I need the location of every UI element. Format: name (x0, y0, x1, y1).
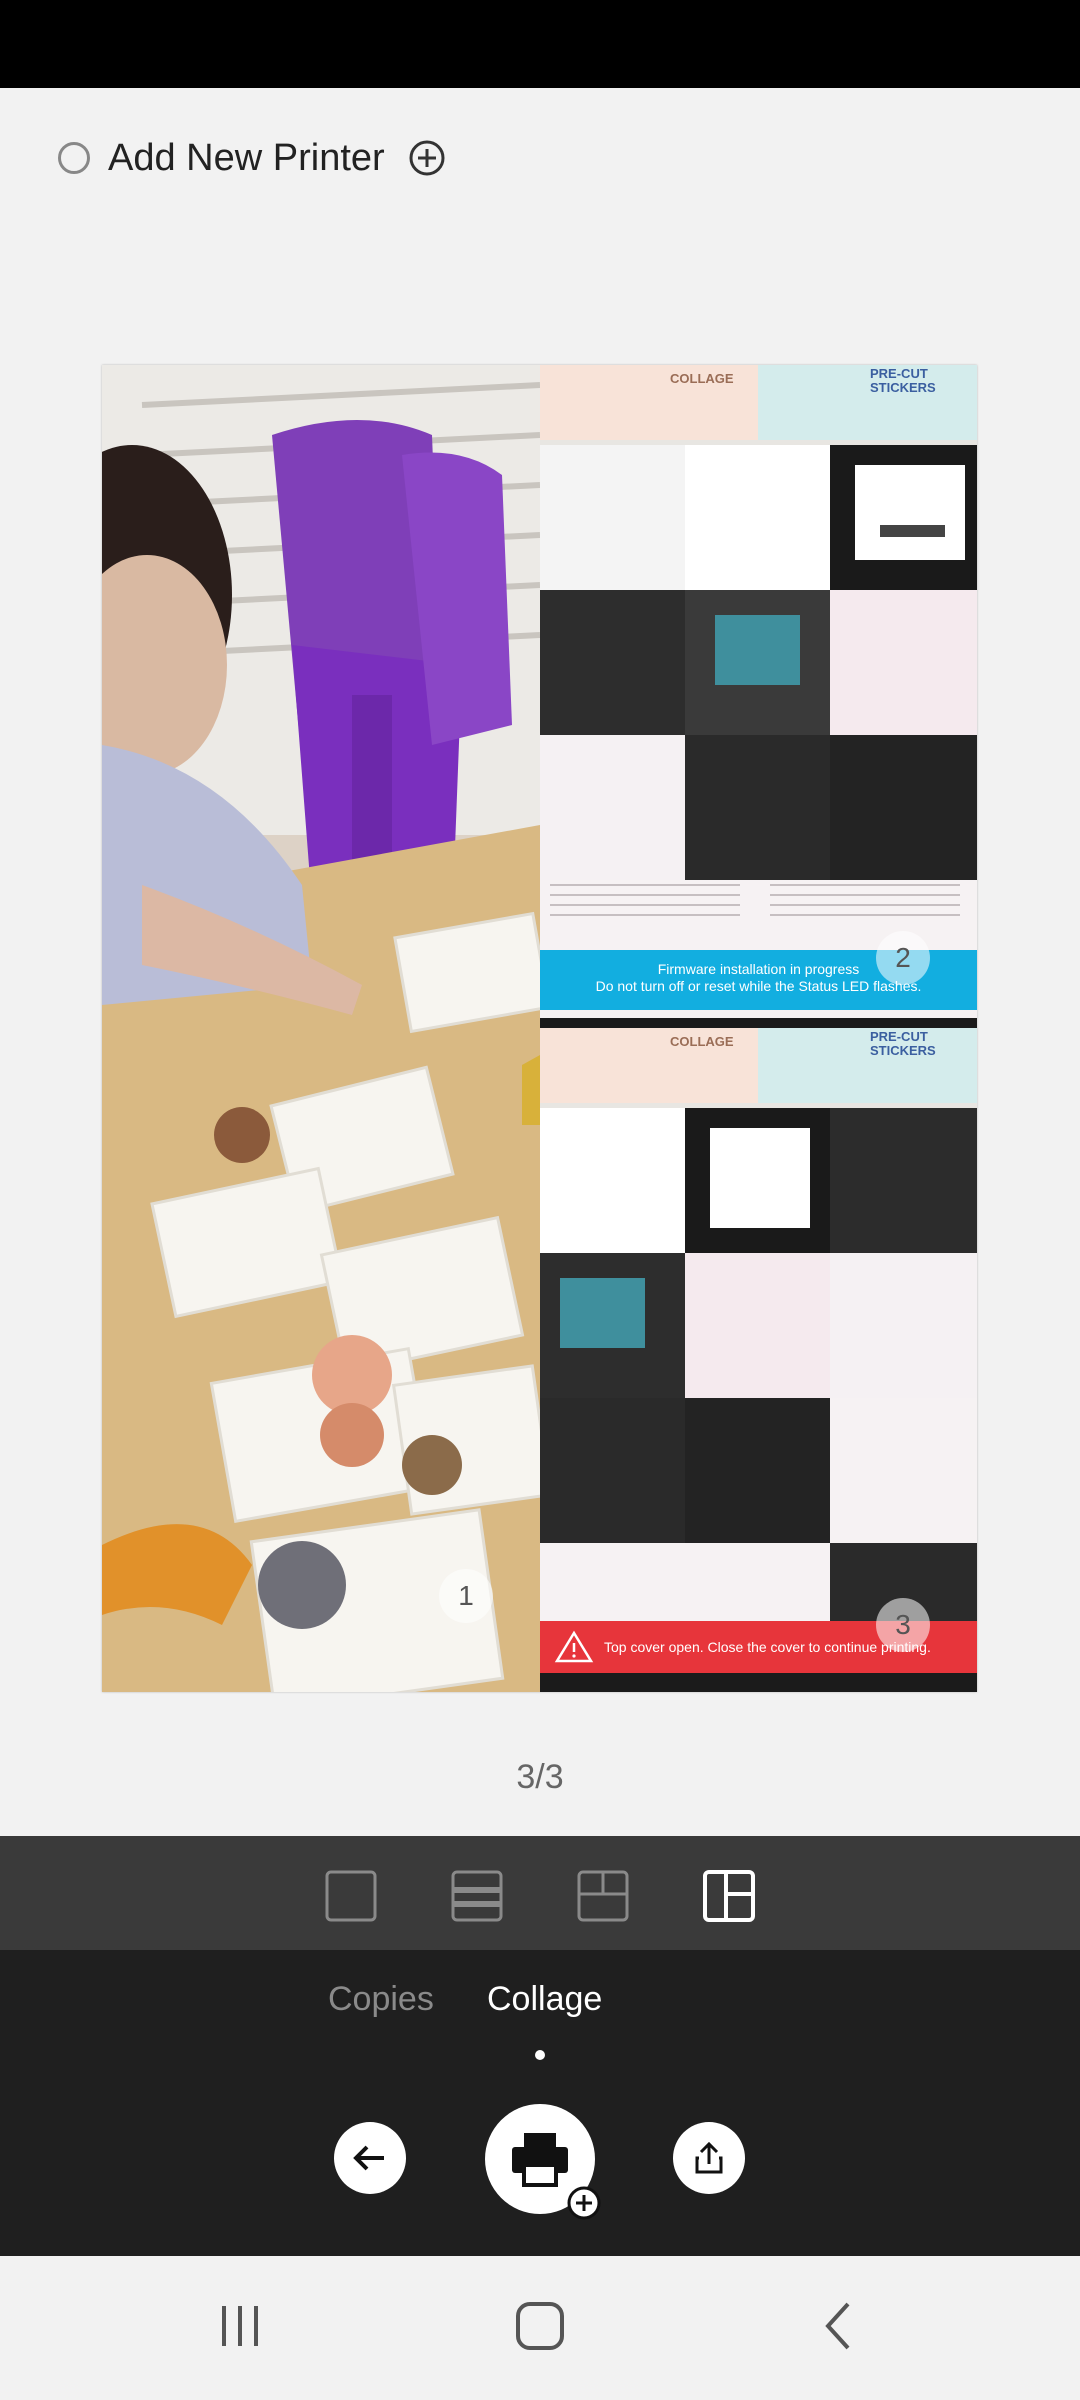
page-counter: 3/3 (516, 1758, 564, 1796)
collage-thumb-label-2: COLLAGE (670, 1034, 734, 1049)
three-grid-layout-icon[interactable] (576, 1869, 630, 1923)
screenshot-collage-image-2 (540, 365, 977, 1028)
action-panel: Copies Collage (0, 1950, 1080, 2256)
add-badge-icon (567, 2186, 601, 2220)
warning-icon (554, 1630, 594, 1663)
screenshot-collage-image-3 (540, 1028, 977, 1692)
four-grid-layout-icon[interactable] (702, 1869, 756, 1923)
add-circle-icon[interactable] (407, 138, 447, 178)
firmware-banner-line2: Do not turn off or reset while the Statu… (595, 978, 922, 994)
photo-number-badge-3: 3 (876, 1598, 930, 1652)
photo-number-badge-2: 2 (876, 931, 930, 985)
collage-photo-2[interactable]: COLLAGE PRE-CUT STICKERS Firmware instal… (540, 365, 977, 1028)
add-printer-label[interactable]: Add New Printer (108, 137, 385, 180)
home-icon[interactable] (510, 2296, 570, 2356)
recent-apps-icon[interactable] (210, 2296, 270, 2356)
back-button[interactable] (334, 2122, 406, 2194)
photo-number-badge-1: 1 (439, 1569, 493, 1623)
system-navigation-bar (0, 2256, 1080, 2400)
layout-options-bar (0, 1836, 1080, 1950)
status-bar (0, 0, 1080, 88)
arrow-left-icon (353, 2145, 384, 2171)
child-photo-image (102, 365, 540, 1692)
print-preview-area: 1 COLLAGE PRE-CUT STICKERS Firmware inst… (0, 228, 1080, 1836)
collage-thumb-label: COLLAGE (670, 371, 734, 386)
collage-photo-1[interactable]: 1 (102, 365, 540, 1692)
collage-preview[interactable]: 1 COLLAGE PRE-CUT STICKERS Firmware inst… (102, 365, 977, 1692)
tab-collage[interactable]: Collage (487, 1980, 602, 2019)
two-row-layout-icon[interactable] (450, 1869, 504, 1923)
single-layout-icon[interactable] (324, 1869, 378, 1923)
share-button[interactable] (673, 2122, 745, 2194)
print-button[interactable] (485, 2104, 601, 2220)
printer-icon (512, 2133, 568, 2187)
printer-radio[interactable] (58, 142, 90, 174)
printer-selector[interactable]: Add New Printer (0, 88, 1080, 228)
share-icon (695, 2141, 723, 2174)
back-nav-icon[interactable] (810, 2296, 870, 2356)
stickers-thumb-label-2: PRE-CUT STICKERS (870, 1029, 936, 1058)
active-tab-indicator (535, 2050, 545, 2060)
collage-photo-3[interactable]: COLLAGE PRE-CUT STICKERS Top cover open.… (540, 1028, 977, 1692)
tab-copies[interactable]: Copies (328, 1980, 434, 2019)
stickers-thumb-label: PRE-CUT STICKERS (870, 366, 936, 395)
firmware-banner-line1: Firmware installation in progress (657, 961, 860, 977)
